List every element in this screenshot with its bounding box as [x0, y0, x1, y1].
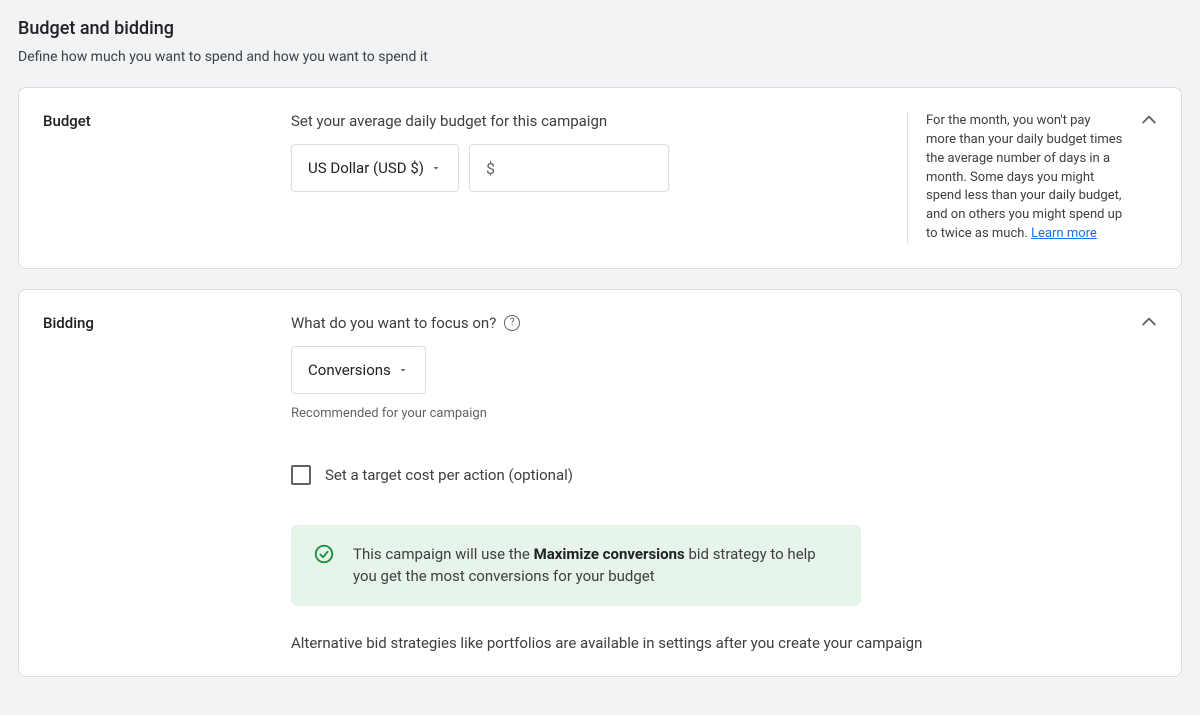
- caret-down-icon: [430, 162, 442, 174]
- focus-select[interactable]: Conversions: [291, 346, 426, 394]
- chevron-up-icon: [1139, 110, 1159, 130]
- budget-field-label: Set your average daily budget for this c…: [291, 112, 889, 130]
- currency-select[interactable]: US Dollar (USD $): [291, 144, 459, 192]
- bidding-focus-label: What do you want to focus on? ?: [291, 314, 1157, 332]
- currency-selected-label: US Dollar (USD $): [308, 159, 424, 177]
- collapse-bidding-button[interactable]: [1137, 310, 1161, 334]
- bidding-focus-label-text: What do you want to focus on?: [291, 314, 496, 332]
- currency-prefix: $: [486, 159, 495, 178]
- focus-selected-label: Conversions: [308, 361, 391, 379]
- budget-amount-input[interactable]: [503, 160, 652, 177]
- budget-aside: For the month, you won't pay more than y…: [907, 112, 1157, 244]
- page-title: Budget and bidding: [18, 18, 1182, 39]
- help-icon[interactable]: ?: [504, 315, 520, 331]
- learn-more-link[interactable]: Learn more: [1031, 226, 1097, 241]
- check-circle-icon: [313, 543, 335, 565]
- bidding-section-label: Bidding: [43, 314, 291, 652]
- budget-amount-field[interactable]: $: [469, 144, 669, 192]
- caret-down-icon: [397, 364, 409, 376]
- budget-card: Budget Set your average daily budget for…: [18, 87, 1182, 269]
- banner-text-prefix: This campaign will use the: [353, 545, 534, 563]
- page-subtitle: Define how much you want to spend and ho…: [18, 49, 1182, 65]
- recommended-hint: Recommended for your campaign: [291, 406, 1157, 421]
- target-cpa-checkbox[interactable]: [291, 465, 311, 485]
- target-cpa-checkbox-label[interactable]: Set a target cost per action (optional): [325, 466, 573, 484]
- banner-text-bold: Maximize conversions: [534, 545, 685, 563]
- bidding-card: Bidding What do you want to focus on? ? …: [18, 289, 1182, 677]
- collapse-budget-button[interactable]: [1137, 108, 1161, 132]
- budget-section-label: Budget: [43, 112, 291, 244]
- alternative-strategies-note: Alternative bid strategies like portfoli…: [291, 634, 1157, 652]
- bid-strategy-text: This campaign will use the Maximize conv…: [353, 543, 839, 588]
- budget-aside-text: For the month, you won't pay more than y…: [926, 113, 1122, 241]
- chevron-up-icon: [1139, 312, 1159, 332]
- bid-strategy-banner: This campaign will use the Maximize conv…: [291, 525, 861, 606]
